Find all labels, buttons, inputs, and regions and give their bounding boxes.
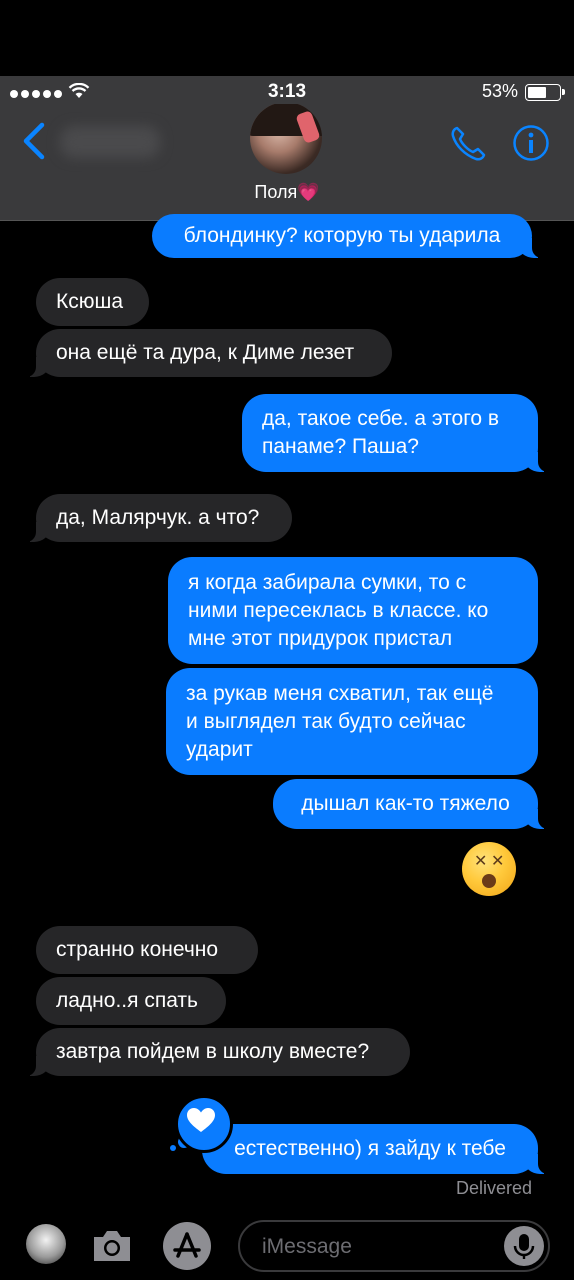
phone-icon[interactable] [448,124,488,164]
message-text: завтра пойдем в школу вместе? [56,1040,370,1063]
message-text-line: и выглядел так будто сейчас [186,709,466,733]
battery-percent: 53% [481,81,518,101]
message-text-line: панаме? Паша? [262,435,419,458]
info-icon[interactable] [512,124,550,162]
message-text-line: за рукав меня схватил, так ещё [186,681,494,705]
message-input-container [238,1220,550,1272]
memoji-avatar-button[interactable] [26,1224,66,1264]
message-text: блондинку? которую ты ударила [183,224,501,247]
app-store-icon[interactable] [163,1222,211,1270]
message-text: да, Малярчук. а что? [56,506,260,529]
contact-avatar[interactable] [250,102,322,174]
message-text: она ещё та дура, к Диме лезет [56,341,355,364]
delivered-status: Delivered [455,1178,532,1198]
camera-icon[interactable] [90,1228,134,1269]
blurred-back-label [60,126,160,158]
message-input[interactable] [260,1222,484,1272]
message-text-line: ударит [186,737,253,761]
compose-bar [0,1210,574,1280]
message-text: Ксюша [56,290,124,313]
message-bubble-incoming[interactable]: Ксюша [36,278,149,326]
heart-reaction-icon[interactable] [175,1095,233,1153]
microphone-icon[interactable] [504,1226,544,1266]
message-bubble-outgoing[interactable]: да, такое себе. а этого в панаме? Паша? [242,394,548,472]
message-text-line: мне этот придурок пристал [188,626,453,650]
battery-icon [525,84,565,101]
message-bubble-incoming[interactable]: завтра пойдем в школу вместе? [26,1028,410,1076]
message-text: дышал как-то тяжело [301,792,510,815]
status-bar: 3:13 53% [0,76,574,104]
message-text: ладно..я спать [56,989,198,1012]
dizzy-face-emoji[interactable]: ✕ ✕ [462,842,516,896]
message-bubble-incoming[interactable]: она ещё та дура, к Диме лезет [26,329,392,377]
message-bubble-incoming[interactable]: ладно..я спать [36,977,226,1025]
message-text: естественно) я зайду к тебе [234,1137,506,1160]
message-bubble-incoming[interactable]: да, Малярчук. а что? [26,494,292,542]
message-bubble-outgoing[interactable]: естественно) я зайду к тебе [202,1124,548,1174]
message-text-line: я когда забирала сумки, то с [188,570,467,594]
contact-name[interactable]: Поля💗 [0,182,574,203]
message-bubble-outgoing[interactable]: за рукав меня схватил, так ещё и выгляде… [166,668,538,775]
message-bubble-outgoing[interactable]: дышал как-то тяжело [273,779,548,829]
message-bubble-outgoing[interactable]: я когда забирала сумки, то с ними пересе… [168,557,538,664]
message-bubble-incoming[interactable]: странно конечно [36,926,258,974]
message-text: странно конечно [56,938,219,961]
message-text-line: ними пересеклась в классе. ко [188,598,489,622]
back-chevron-icon[interactable] [20,121,50,161]
message-bubble-outgoing[interactable]: блондинку? которую ты ударила [152,214,542,258]
message-text-line: да, такое себе. а этого в [262,407,500,430]
